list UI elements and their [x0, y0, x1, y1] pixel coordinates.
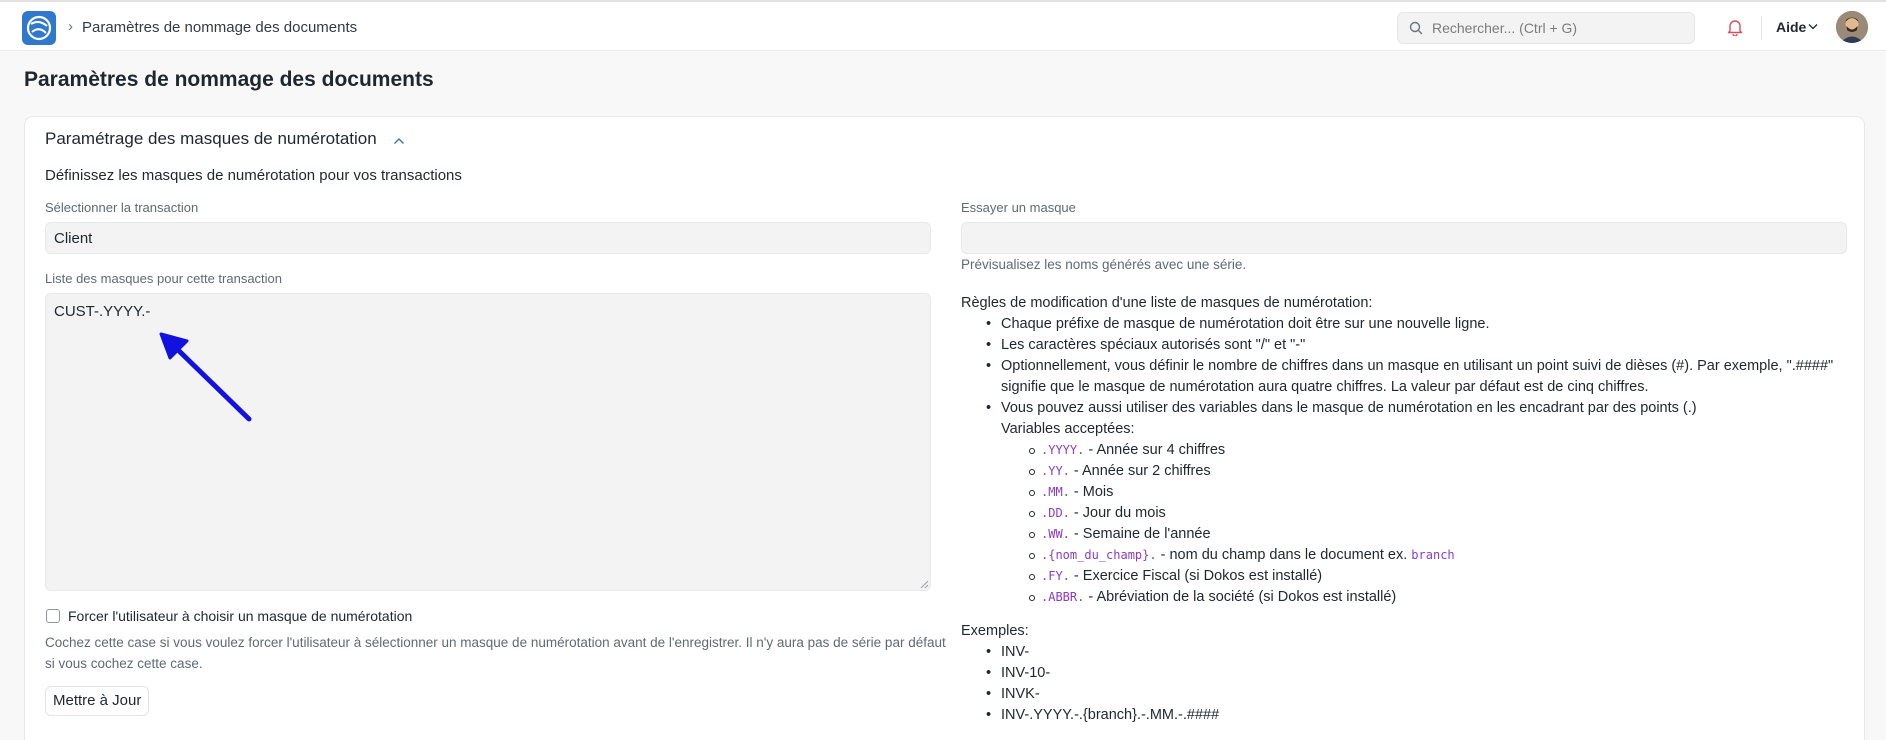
chevron-up-icon[interactable] [393, 137, 405, 145]
help-menu-button[interactable]: Aide [1776, 19, 1806, 35]
user-avatar[interactable] [1836, 11, 1868, 43]
section-description: Définissez les masques de numérotation p… [45, 167, 462, 184]
example-item: INVK- [961, 684, 1841, 705]
notification-bell-icon[interactable] [1727, 18, 1743, 36]
rules-list: Chaque préfixe de masque de numérotation… [961, 314, 1841, 419]
update-button[interactable]: Mettre à Jour [45, 686, 150, 716]
series-list-textarea[interactable]: CUST-.YYYY.- [45, 293, 931, 591]
variable-item: .WW. - Semaine de l'année [961, 524, 1841, 545]
resize-handle-icon[interactable] [920, 580, 929, 589]
force-series-checkbox[interactable] [46, 609, 60, 623]
variable-code: .YY. [1041, 464, 1070, 478]
rules-title: Règles de modification d'une liste de ma… [961, 295, 1373, 311]
variable-item: .{nom_du_champ}. - nom du champ dans le … [961, 545, 1841, 566]
page-title: Paramètres de nommage des documents [24, 68, 434, 91]
try-series-input[interactable] [961, 222, 1847, 254]
variable-item: .DD. - Jour du mois [961, 503, 1841, 524]
app-logo-icon[interactable] [22, 11, 56, 45]
variable-desc: - Exercice Fiscal (si Dokos est installé… [1069, 568, 1323, 584]
series-list-label: Liste des masques pour cette transaction [45, 271, 283, 286]
search-input[interactable] [1432, 13, 1687, 43]
variables-title: Variables acceptées: [1001, 421, 1135, 437]
variables-list: .YYYY. - Année sur 4 chiffres .YY. - Ann… [961, 440, 1841, 608]
example-item: INV-.YYYY.-.{branch}.-.MM.-.#### [961, 705, 1841, 726]
variable-code: .DD. [1041, 506, 1070, 520]
preview-help: Prévisualisez les noms générés avec une … [961, 257, 1247, 272]
naming-settings-card: Paramétrage des masques de numérotation … [24, 116, 1865, 740]
navbar: › Paramètres de nommage des documents Ai… [0, 0, 1886, 51]
variable-item: .ABBR. - Abréviation de la société (si D… [961, 587, 1841, 608]
variable-code: .{nom_du_champ}. [1041, 548, 1157, 562]
rule-item: Les caractères spéciaux autorisés sont "… [961, 335, 1841, 356]
force-series-help: Cochez cette case si vous voulez forcer … [45, 635, 946, 671]
variable-item: .FY. - Exercice Fiscal (si Dokos est ins… [961, 566, 1841, 587]
example-item: INV- [961, 642, 1841, 663]
transaction-select[interactable] [45, 222, 931, 254]
variable-desc: - Année sur 4 chiffres [1084, 442, 1226, 458]
examples-title: Exemples: [961, 623, 1029, 639]
try-series-label: Essayer un masque [961, 200, 1076, 215]
variable-code: .ABBR. [1041, 590, 1085, 604]
rule-item: Chaque préfixe de masque de numérotation… [961, 314, 1841, 335]
chevron-down-icon[interactable] [1808, 23, 1818, 30]
variable-desc: - Semaine de l'année [1069, 526, 1211, 542]
navbar-divider [1761, 16, 1762, 40]
force-series-label[interactable]: Forcer l'utilisateur à choisir un masque… [68, 608, 412, 624]
variable-desc: - Année sur 2 chiffres [1069, 463, 1211, 479]
variable-desc: - Jour du mois [1069, 505, 1166, 521]
variable-desc: - Mois [1069, 484, 1114, 500]
variable-code: .FY. [1041, 569, 1070, 583]
rule-item: Vous pouvez aussi utiliser des variables… [961, 398, 1841, 419]
search-icon [1409, 21, 1423, 35]
variable-code: .WW. [1041, 527, 1070, 541]
variable-code: .YYYY. [1041, 443, 1085, 457]
transaction-label: Sélectionner la transaction [45, 200, 199, 215]
variable-desc: - nom du champ dans le document ex. [1156, 547, 1412, 563]
section-title[interactable]: Paramétrage des masques de numérotation [45, 129, 377, 149]
variable-item: .MM. - Mois [961, 482, 1841, 503]
examples-list: INV- INV-10- INVK- INV-.YYYY.-.{branch}.… [961, 642, 1841, 726]
variable-item: .YY. - Année sur 2 chiffres [961, 461, 1841, 482]
breadcrumb-current[interactable]: Paramètres de nommage des documents [82, 19, 357, 36]
variable-item: .YYYY. - Année sur 4 chiffres [961, 440, 1841, 461]
rule-item: Optionnellement, vous définir le nombre … [961, 356, 1841, 398]
variable-example-code: branch [1411, 548, 1455, 562]
breadcrumb-chevron-icon: › [68, 18, 73, 35]
variable-code: .MM. [1041, 485, 1070, 499]
variable-desc: - Abréviation de la société (si Dokos es… [1084, 589, 1397, 605]
example-item: INV-10- [961, 663, 1841, 684]
rules-help-block: Règles de modification d'une liste de ma… [961, 293, 1841, 726]
search-bar[interactable] [1397, 12, 1695, 44]
